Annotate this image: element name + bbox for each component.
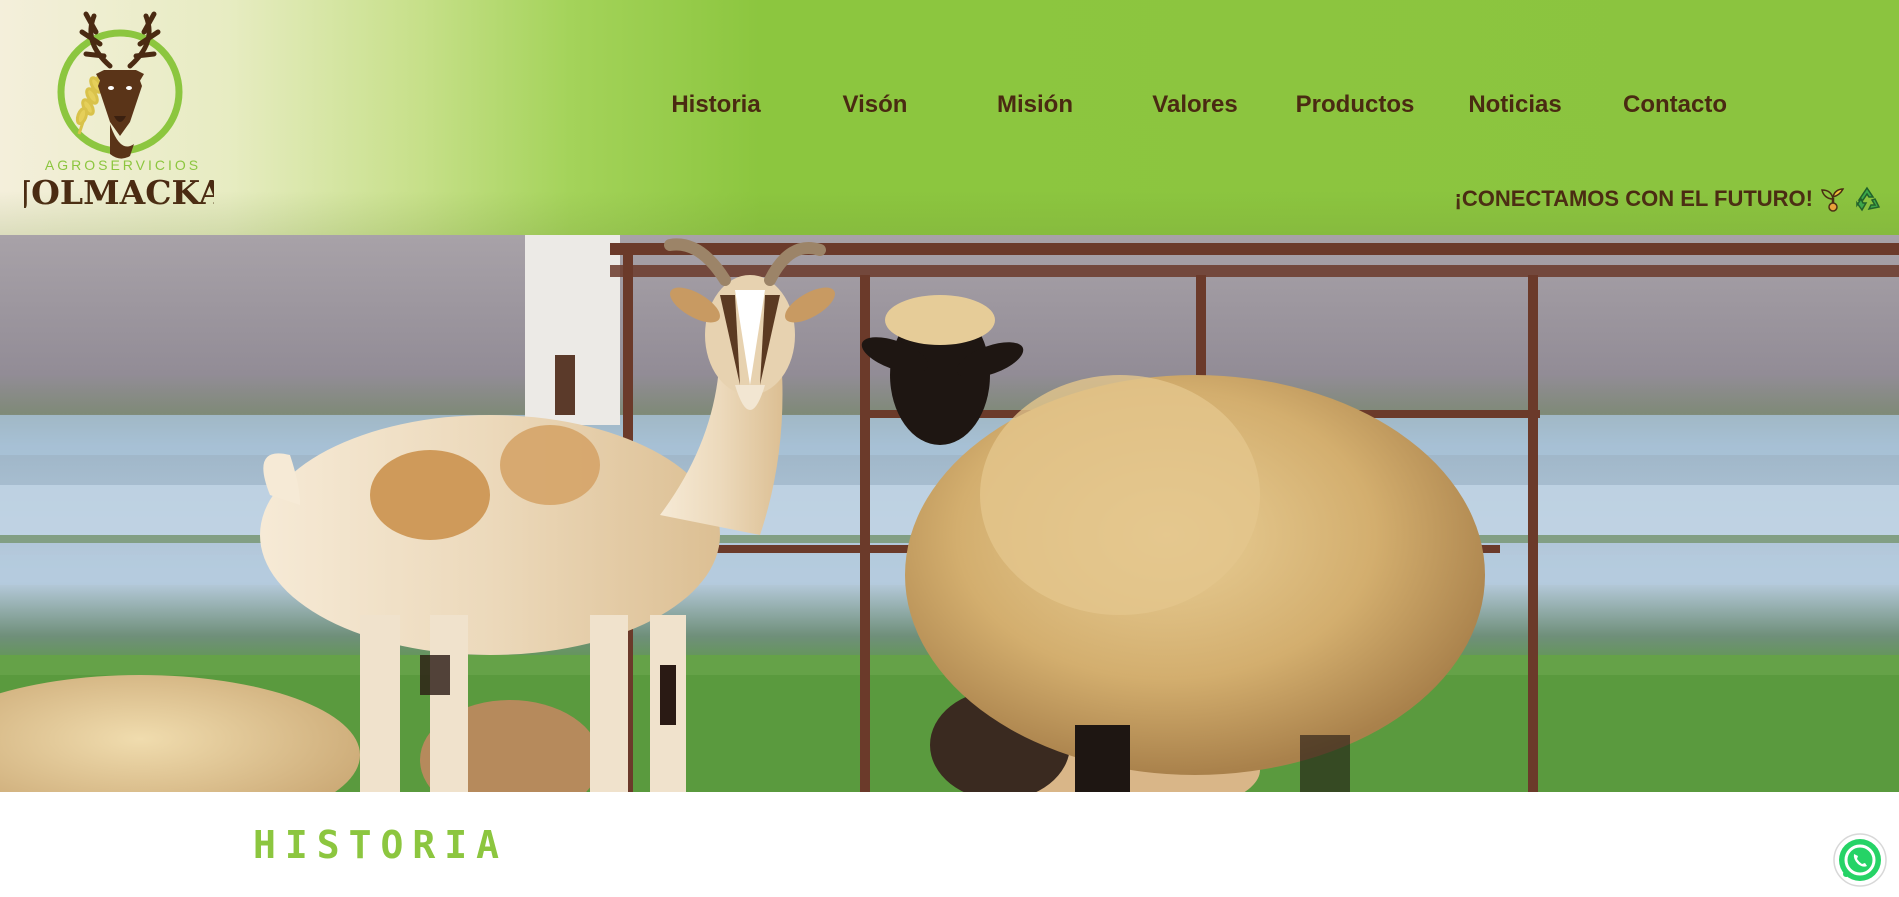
page: AGROSERVICIOS JOLMACKA Historia Visón Mi… (0, 0, 1899, 897)
hero-image (0, 235, 1899, 792)
nav-item-vision[interactable]: Visón (800, 88, 950, 122)
main-nav: Historia Visón Misión Valores Productos … (0, 88, 1899, 122)
recycle-icon (1856, 186, 1881, 212)
nav-item-valores[interactable]: Valores (1120, 88, 1270, 122)
slogan-text: ¡CONECTAMOS CON EL FUTURO! (1454, 186, 1814, 211)
logo-name: JOLMACKA (24, 173, 214, 208)
goat-and-sheep-photo (0, 235, 1899, 792)
nav-item-mision[interactable]: Misión (960, 88, 1110, 122)
nav-item-historia[interactable]: Historia (641, 88, 791, 122)
nav-item-noticias[interactable]: Noticias (1440, 88, 1590, 122)
site-header: AGROSERVICIOS JOLMACKA Historia Visón Mi… (0, 0, 1899, 235)
nav-item-productos[interactable]: Productos (1280, 88, 1430, 122)
nav-item-contacto[interactable]: Contacto (1600, 88, 1750, 122)
slogan-bar: ¡CONECTAMOS CON EL FUTURO! (1455, 184, 1882, 214)
logo-tagline: AGROSERVICIOS (45, 157, 201, 173)
seedling-icon (1821, 188, 1845, 212)
whatsapp-button[interactable] (1833, 833, 1887, 887)
section-title-historia: HISTORIA (253, 823, 509, 867)
whatsapp-icon (1833, 833, 1887, 887)
